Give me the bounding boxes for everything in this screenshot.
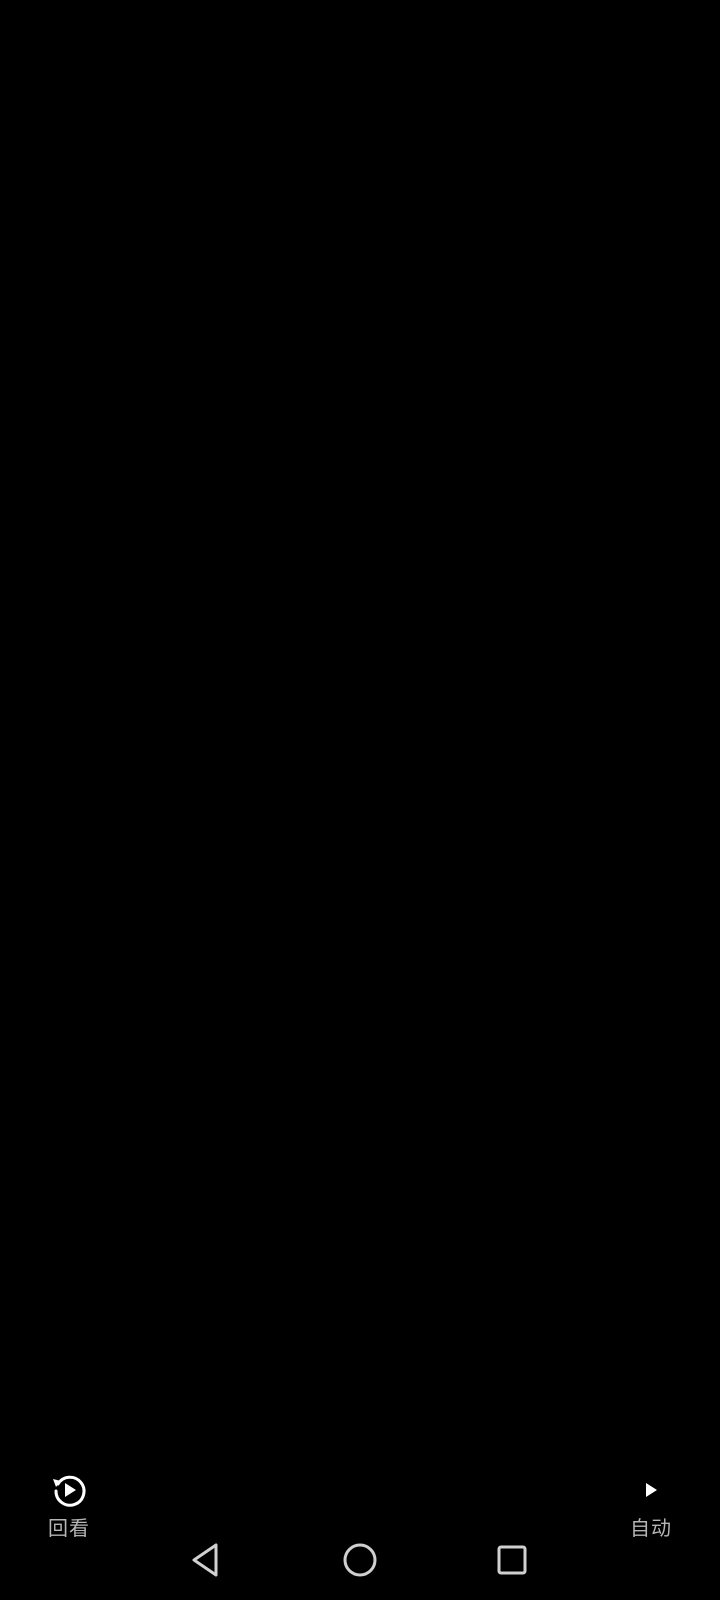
nav-back-button[interactable] bbox=[182, 1536, 230, 1584]
nav-recents-button[interactable] bbox=[488, 1536, 536, 1584]
nav-home-button[interactable] bbox=[336, 1536, 384, 1584]
square-recents-icon bbox=[497, 1545, 527, 1575]
system-navigation-bar bbox=[0, 1530, 720, 1590]
screen: 回看 自动 bbox=[0, 0, 720, 1600]
play-icon bbox=[631, 1470, 671, 1510]
video-area[interactable] bbox=[0, 0, 720, 1460]
replay-play-icon bbox=[49, 1470, 89, 1510]
triangle-back-icon bbox=[192, 1543, 218, 1577]
circle-home-icon bbox=[343, 1543, 377, 1577]
